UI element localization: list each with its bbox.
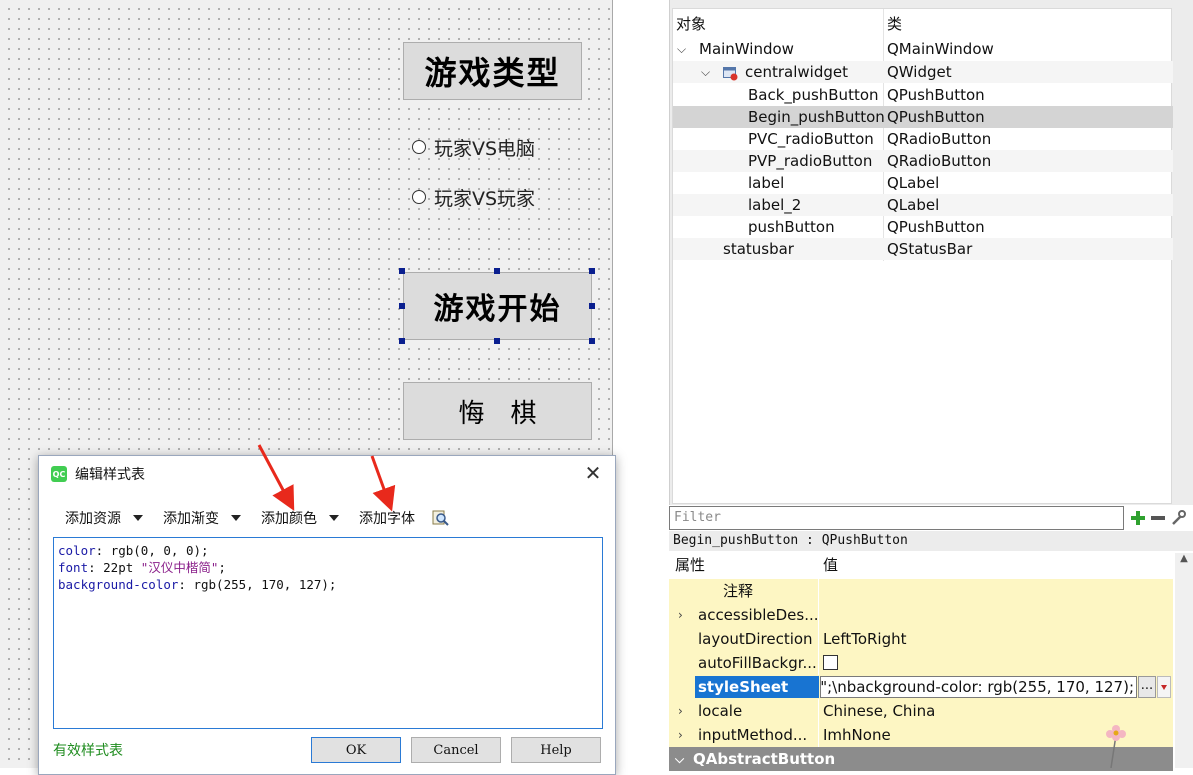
arrow-to-add-color <box>257 444 295 511</box>
property-header: 属性 值 <box>669 553 1173 578</box>
row-divider <box>818 627 819 651</box>
object-class: QWidget <box>887 63 952 81</box>
property-name: accessibleDes... <box>698 606 819 624</box>
object-name: label_2 <box>748 196 802 214</box>
property-name: autoFillBackgr... <box>698 654 817 672</box>
property-name: layoutDirection <box>698 630 813 648</box>
property-row[interactable]: autoFillBackgr... <box>669 651 1173 676</box>
tree-row[interactable]: ⌵ MainWindow QMainWindow <box>673 38 1173 60</box>
property-value[interactable]: Chinese, China <box>823 699 935 723</box>
tree-row[interactable]: statusbar QStatusBar <box>673 238 1173 260</box>
object-class: QStatusBar <box>887 240 973 258</box>
scroll-up-icon[interactable]: ▲ <box>1175 553 1193 564</box>
object-name: label <box>748 174 785 192</box>
object-tree[interactable]: 对象 类 ⌵ MainWindow QMainWindow ⌵ centralw… <box>672 8 1173 504</box>
property-name: styleSheet <box>698 678 789 696</box>
property-scrollbar[interactable]: ▲ <box>1175 553 1193 768</box>
property-name: inputMethod... <box>698 726 808 744</box>
object-class: QRadioButton <box>887 152 992 170</box>
object-class: QRadioButton <box>887 130 992 148</box>
object-name: PVP_radioButton <box>748 152 873 170</box>
reset-property-icon[interactable] <box>1157 676 1171 698</box>
object-class: QPushButton <box>887 218 985 236</box>
tree-row[interactable]: label QLabel <box>673 172 1173 194</box>
chevron-down-icon[interactable]: ⌵ <box>677 38 686 60</box>
arrow-to-add-font <box>370 455 396 512</box>
property-row-stylesheet[interactable]: styleSheet 简";\nbackground-color: rgb(25… <box>669 675 1173 700</box>
object-class: QPushButton <box>887 86 985 104</box>
object-name: Begin_pushButton <box>748 108 885 126</box>
object-class: QLabel <box>887 196 940 214</box>
flower-decoration-icon <box>1101 723 1131 769</box>
tree-row[interactable]: pushButton QPushButton <box>673 216 1173 238</box>
row-divider <box>818 699 819 723</box>
property-value[interactable]: ImhNone <box>823 723 891 747</box>
auto-fill-checkbox[interactable] <box>823 655 838 670</box>
tree-row-selected[interactable]: Begin_pushButton QPushButton <box>673 106 1173 128</box>
object-name: pushButton <box>748 218 835 236</box>
selected-object-caption: Begin_pushButton : QPushButton <box>669 531 1193 551</box>
property-value[interactable]: LeftToRight <box>823 627 907 651</box>
tree-row[interactable]: PVC_radioButton QRadioButton <box>673 128 1173 150</box>
tree-row[interactable]: ⌵ centralwidget QWidget <box>673 61 1173 83</box>
edit-stylesheet-button[interactable]: ... <box>1138 676 1156 698</box>
chevron-down-icon[interactable]: ⌵ <box>675 747 684 771</box>
property-row[interactable]: › accessibleDes... <box>669 603 1173 628</box>
chevron-right-icon[interactable]: › <box>678 699 683 723</box>
row-divider <box>818 579 819 603</box>
widget-icon <box>723 65 738 81</box>
tree-row[interactable]: Back_pushButton QPushButton <box>673 84 1173 106</box>
section-title: QAbstractButton <box>693 750 836 768</box>
object-class: QPushButton <box>887 108 985 126</box>
header-value[interactable]: 值 <box>823 553 838 577</box>
stylesheet-value-text: 简";\nbackground-color: rgb(255, 170, 127… <box>820 678 1134 696</box>
property-row[interactable]: › locale Chinese, China <box>669 699 1173 724</box>
object-class: QMainWindow <box>887 40 994 58</box>
tree-row[interactable]: PVP_radioButton QRadioButton <box>673 150 1173 172</box>
property-row[interactable]: 注释 <box>669 579 1173 604</box>
object-name: MainWindow <box>699 40 794 58</box>
row-divider <box>818 651 819 675</box>
object-name: PVC_radioButton <box>748 130 874 148</box>
object-name: Back_pushButton <box>748 86 879 104</box>
object-class: QLabel <box>887 174 940 192</box>
property-row[interactable]: layoutDirection LeftToRight <box>669 627 1173 652</box>
property-section-header[interactable]: ⌵ QAbstractButton <box>669 747 1173 772</box>
filter-input[interactable]: Filter <box>669 506 1124 530</box>
header-property[interactable]: 属性 <box>675 553 705 577</box>
tree-header: 对象 类 <box>673 13 1173 35</box>
chevron-down-icon[interactable]: ⌵ <box>701 61 710 83</box>
property-row[interactable]: › inputMethod... ImhNone <box>669 723 1173 748</box>
property-editor: 属性 值 注释 › accessibleDes... layoutDirecti… <box>669 551 1193 772</box>
stylesheet-value-field[interactable]: 简";\nbackground-color: rgb(255, 170, 127… <box>820 676 1137 698</box>
chevron-right-icon[interactable]: › <box>678 723 683 747</box>
row-divider <box>818 723 819 747</box>
property-name: 注释 <box>723 582 754 600</box>
header-object[interactable]: 对象 <box>676 13 706 35</box>
property-name: locale <box>698 702 743 720</box>
header-class[interactable]: 类 <box>887 13 902 35</box>
chevron-right-icon[interactable]: › <box>678 603 683 627</box>
object-name: statusbar <box>723 240 794 258</box>
tree-row[interactable]: label_2 QLabel <box>673 194 1173 216</box>
object-name: centralwidget <box>745 63 848 81</box>
wrench-icon[interactable] <box>1164 506 1192 530</box>
